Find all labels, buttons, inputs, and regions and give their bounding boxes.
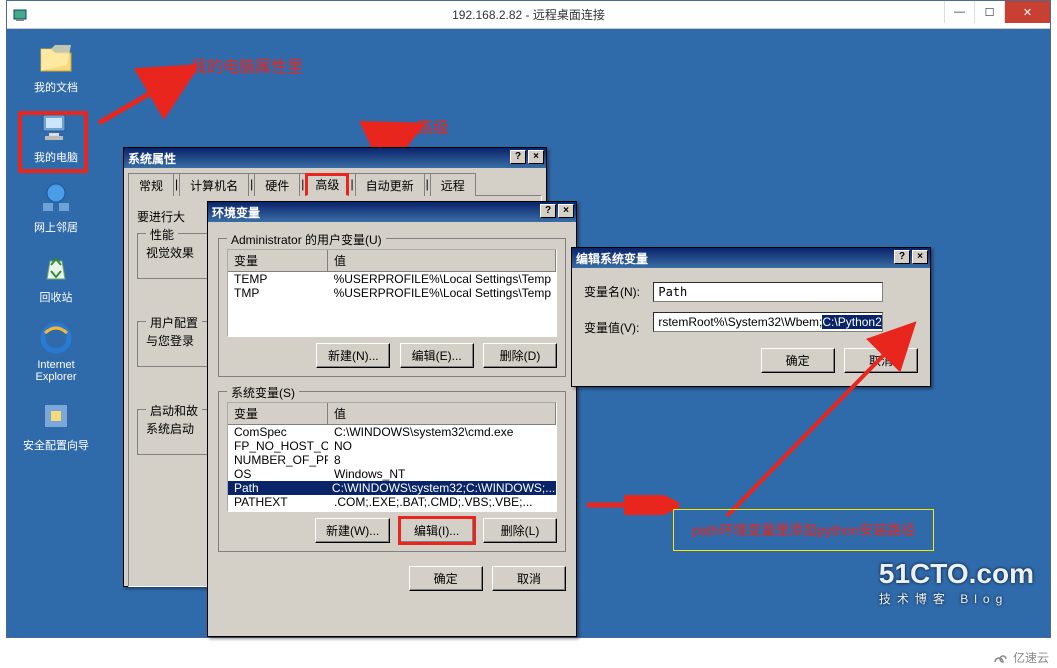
varname-label: 变量名(N):	[584, 283, 650, 300]
list-item[interactable]: ComSpecC:\WINDOWS\system32\cmd.exe	[228, 425, 556, 439]
list-item[interactable]: TEMP%USERPROFILE%\Local Settings\Temp	[228, 272, 556, 286]
secwiz-icon	[37, 399, 75, 433]
user-new-button[interactable]: 新建(N)...	[316, 343, 390, 368]
editvar-titlebar[interactable]: 编辑系统变量 ?×	[572, 248, 930, 268]
tab-remote[interactable]: 远程	[430, 173, 476, 196]
ie-icon	[37, 321, 75, 355]
network-icon	[37, 181, 75, 215]
close-button[interactable]: ×	[912, 250, 928, 264]
list-item-path[interactable]: PathC:\WINDOWS\system32;C:\WINDOWS;...	[228, 481, 556, 495]
help-button[interactable]: ?	[894, 250, 910, 264]
rdp-window-buttons: — ☐ ✕	[944, 1, 1050, 23]
list-item[interactable]: TMP%USERPROFILE%\Local Settings\Temp	[228, 286, 556, 300]
desktop-icons: 我的文档 我的电脑 网上邻居 回收站 Internet Explorer 安全配…	[17, 41, 95, 469]
list-item[interactable]: NUMBER_OF_PR...8	[228, 453, 556, 467]
recycle-icon	[37, 251, 75, 285]
desktop-icon-ie[interactable]: Internet Explorer	[17, 321, 95, 383]
environment-variables-dialog: 环境变量 ?× Administrator 的用户变量(U) 变量值 TEMP%…	[207, 201, 577, 637]
tab-autoupdate[interactable]: 自动更新	[355, 173, 425, 196]
varvalue-label: 变量值(V):	[584, 319, 650, 336]
annotation-pathnote: path环境变量里添加python安装路径	[673, 509, 934, 551]
folder-icon	[37, 41, 75, 75]
editvar-cancel-button[interactable]: 取消	[844, 348, 918, 373]
tab-hardware[interactable]: 硬件	[254, 173, 300, 196]
desktop-icon-mycomputer[interactable]: 我的电脑	[17, 111, 95, 165]
sys-delete-button[interactable]: 删除(L)	[483, 518, 557, 543]
sys-edit-button[interactable]: 编辑(I)...	[400, 518, 474, 543]
list-item[interactable]: FP_NO_HOST_C...NO	[228, 439, 556, 453]
desktop-icon-recycle[interactable]: 回收站	[17, 251, 95, 305]
envvars-body: Administrator 的用户变量(U) 变量值 TEMP%USERPROF…	[208, 222, 576, 601]
remote-desktop: 我的文档 我的电脑 网上邻居 回收站 Internet Explorer 安全配…	[7, 29, 1050, 637]
help-button[interactable]: ?	[510, 150, 526, 164]
user-delete-button[interactable]: 删除(D)	[483, 343, 557, 368]
arrow-pathrow	[579, 495, 679, 515]
sys-new-button[interactable]: 新建(W)...	[315, 518, 390, 543]
user-vars-group: Administrator 的用户变量(U) 变量值 TEMP%USERPROF…	[218, 238, 566, 377]
editvar-body: 变量名(N): 变量值(V): rstemRoot%\System32\Wbem…	[572, 268, 930, 381]
arrow-mycomputer	[87, 61, 197, 141]
user-vars-list[interactable]: 变量值 TEMP%USERPROFILE%\Local Settings\Tem…	[227, 249, 557, 337]
help-button[interactable]: ?	[540, 204, 556, 218]
annotation-mycomputer: 我的电脑属性里	[191, 53, 303, 77]
close-button[interactable]: ✕	[1004, 1, 1050, 23]
sys-vars-group: 系统变量(S) 变量值 ComSpecC:\WINDOWS\system32\c…	[218, 391, 566, 552]
desktop-icon-secwiz[interactable]: 安全配置向导	[17, 399, 95, 453]
minimize-button[interactable]: —	[944, 1, 974, 23]
edit-system-variable-dialog: 编辑系统变量 ?× 变量名(N): 变量值(V): rstemRoot%\Sys…	[571, 247, 931, 387]
computer-icon	[37, 111, 75, 145]
list-item[interactable]: OSWindows_NT	[228, 467, 556, 481]
sys-vars-list[interactable]: 变量值 ComSpecC:\WINDOWS\system32\cmd.exe F…	[227, 402, 557, 512]
sysprops-tabs: 常规 | 计算机名 | 硬件 | 高级 | 自动更新 | 远程	[124, 168, 546, 195]
envvars-cancel-button[interactable]: 取消	[492, 566, 566, 591]
tab-advanced[interactable]: 高级	[305, 173, 349, 196]
desktop-icon-mydocs[interactable]: 我的文档	[17, 41, 95, 95]
rdp-titlebar: 192.168.2.82 - 远程桌面连接 — ☐ ✕	[7, 1, 1050, 29]
rdp-title-text: 192.168.2.82 - 远程桌面连接	[452, 6, 605, 23]
tab-computername[interactable]: 计算机名	[179, 173, 249, 196]
varvalue-input[interactable]: rstemRoot%\System32\Wbem;C:\Python27	[653, 312, 883, 332]
watermark-yisuyun: 亿速云	[990, 649, 1049, 666]
varname-input[interactable]	[653, 282, 883, 302]
desktop-icon-network[interactable]: 网上邻居	[17, 181, 95, 235]
close-button[interactable]: ×	[558, 204, 574, 218]
maximize-button[interactable]: ☐	[974, 1, 1004, 23]
list-item[interactable]: PATHEXT.COM;.EXE;.BAT;.CMD;.VBS;.VBE;...	[228, 495, 556, 509]
envvars-titlebar[interactable]: 环境变量 ?×	[208, 202, 576, 222]
watermark-51cto: 51CTO.com 技术博客 Blog	[879, 558, 1034, 607]
sysprops-titlebar[interactable]: 系统属性 ?×	[124, 148, 546, 168]
envvars-ok-button[interactable]: 确定	[409, 566, 483, 591]
annotation-advanced: 高级	[417, 114, 449, 138]
close-button[interactable]: ×	[528, 150, 544, 164]
user-edit-button[interactable]: 编辑(E)...	[400, 343, 474, 368]
tab-general[interactable]: 常规	[128, 173, 174, 196]
rdp-icon	[13, 7, 29, 23]
editvar-ok-button[interactable]: 确定	[761, 348, 835, 373]
